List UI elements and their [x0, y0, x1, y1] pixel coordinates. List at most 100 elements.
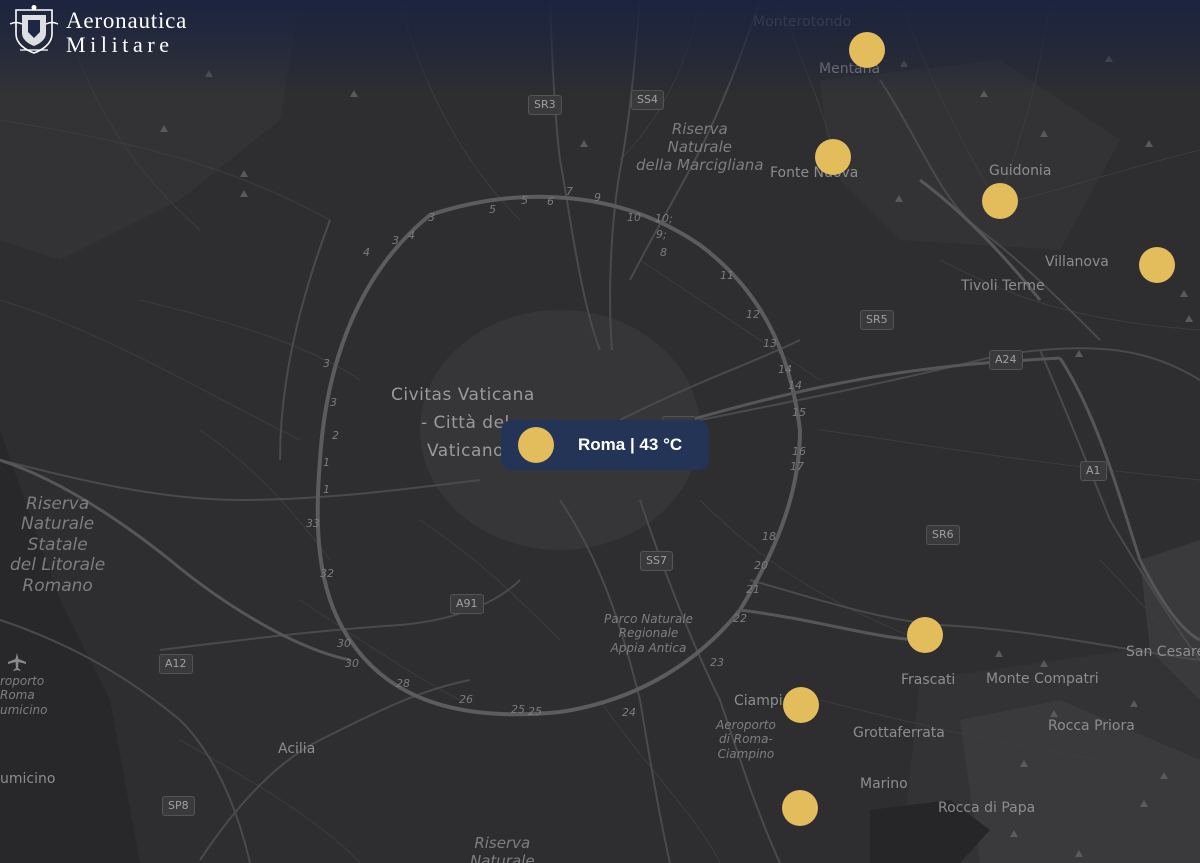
emblem-icon [9, 5, 59, 54]
exit-number: 22 [733, 612, 747, 625]
exit-number: 11 [720, 269, 734, 282]
terrain-marker [1040, 130, 1048, 137]
place-label-monte-compatri: Monte Compatri [986, 671, 1099, 687]
park-label-marcigliana: Riserva Naturale della Marcigliana [636, 120, 764, 174]
terrain-marker [1075, 850, 1083, 857]
exit-number: 6 [547, 195, 554, 208]
terrain-marker [995, 650, 1003, 657]
terrain-marker [1020, 760, 1028, 767]
exit-number: 13 [763, 337, 777, 350]
terrain-marker [980, 90, 988, 97]
exit-number: 25 [511, 703, 525, 716]
terrain-marker [580, 140, 588, 147]
road-shield-a91: A91 [450, 594, 484, 614]
exit-number: 10; [655, 212, 673, 225]
terrain-marker [1180, 290, 1188, 297]
terrain-marker [1010, 830, 1018, 837]
terrain-marker [160, 125, 168, 132]
exit-number: 33 [306, 517, 320, 530]
road-shield-sr6: SR6 [926, 525, 960, 545]
exit-number: 3 [428, 211, 435, 224]
exit-number: 14 [788, 379, 802, 392]
weather-map[interactable]: SR3 SS4 SR5 A24 A24 A1 SR6 SS7 A91 A12 S… [0, 0, 1200, 863]
exit-number: 21 [746, 583, 760, 596]
terrain-marker [895, 195, 903, 202]
place-label-rocca-di-papa: Rocca di Papa [938, 800, 1036, 816]
terrain-marker [350, 90, 358, 97]
place-label-vatican-city-2: - Città del [421, 413, 510, 433]
place-label-vatican-city: Civitas Vaticana [391, 385, 535, 405]
exit-number: 16 [792, 445, 806, 458]
place-label-rocca-priora: Rocca Priora [1048, 718, 1135, 734]
weather-marker-ciampino[interactable] [783, 687, 819, 723]
weather-marker-tivoli[interactable] [1139, 247, 1175, 283]
exit-number: 15 [792, 406, 806, 419]
road-shield-sr5: SR5 [860, 310, 894, 330]
exit-number: 8 [660, 246, 667, 259]
exit-number: 30 [345, 657, 359, 670]
exit-number: 5 [521, 194, 528, 207]
terrain-marker [1130, 700, 1138, 707]
terrain-marker [240, 190, 248, 197]
exit-number: 7 [566, 185, 573, 198]
exit-number: 26 [459, 693, 473, 706]
exit-number: 18 [762, 530, 776, 543]
exit-number: 23 [710, 656, 724, 669]
popup-city-temperature: Roma | 43 °C [578, 435, 683, 454]
park-label-appia-antica: Parco Naturale Regionale Appia Antica [604, 612, 693, 655]
exit-number: 32 [320, 567, 334, 580]
terrain-marker [205, 70, 213, 77]
exit-number: 30 [337, 637, 351, 650]
place-label-monterotondo: Monterotondo [753, 14, 852, 30]
place-label-villanova: Villanova [1045, 254, 1109, 270]
weather-marker-frascati[interactable] [907, 617, 943, 653]
exit-number: 17 [790, 460, 804, 473]
exit-number: 24 [622, 706, 636, 719]
terrain-marker [1075, 350, 1083, 357]
place-label-frascati: Frascati [901, 672, 956, 688]
exit-number: 9 [594, 191, 601, 204]
exit-number: 1 [323, 483, 330, 496]
road-shield-a1: A1 [1080, 461, 1107, 481]
place-label-guidonia: Guidonia [989, 163, 1052, 179]
exit-number: 12 [746, 308, 760, 321]
park-label-riserva-south: Riserva Naturale [470, 834, 535, 863]
terrain-marker [1145, 140, 1153, 147]
place-label-tivoli-terme: Tivoli Terme [961, 278, 1045, 294]
airport-label-ciampino: Aeroporto di Roma- Ciampino [716, 718, 776, 761]
terrain-marker [1050, 710, 1058, 717]
terrain-marker [1105, 55, 1113, 62]
terrain-marker [240, 170, 248, 177]
place-label-acilia: Acilia [278, 741, 316, 757]
weather-marker-guidonia[interactable] [982, 183, 1018, 219]
exit-number: 1 [323, 456, 330, 469]
place-label-vatican-city-3: Vaticano [427, 441, 505, 461]
exit-number: 3 [392, 234, 399, 247]
exit-number: 20 [754, 559, 768, 572]
airport-label-fiumicino: roporto Roma umicino [0, 674, 48, 717]
exit-number: 14 [778, 363, 792, 376]
road-shield-sp8: SP8 [162, 796, 195, 816]
exit-number: 25 [528, 705, 542, 718]
exit-number: 5 [489, 203, 496, 216]
logo-text-line1: Aeronautica [66, 8, 188, 33]
weather-marker-roma[interactable] [518, 427, 554, 463]
place-label-marino: Marino [860, 776, 908, 792]
road-shield-a24-east: A24 [989, 350, 1023, 370]
exit-number: 3 [330, 396, 337, 409]
place-label-san-cesareo: San Cesare [1126, 644, 1200, 660]
exit-number: 9; [656, 228, 667, 241]
park-label-litorale-romano: Riserva Naturale Statale del Litorale Ro… [10, 494, 106, 596]
terrain-marker [1140, 800, 1148, 807]
exit-number: 10 [627, 211, 641, 224]
place-label-fiumicino: umicino [0, 771, 56, 787]
city-temperature-popup[interactable]: Roma | 43 °C [501, 420, 709, 470]
weather-marker-mentana[interactable] [849, 32, 885, 68]
airport-icon [8, 653, 26, 671]
weather-marker-marino[interactable] [782, 790, 818, 826]
aeronautica-militare-logo[interactable]: Aeronautica Militare [8, 4, 238, 57]
terrain-marker [900, 60, 908, 67]
exit-number: 2 [332, 429, 339, 442]
weather-marker-fonte-nuova[interactable] [815, 139, 851, 175]
road-shield-ss7: SS7 [640, 551, 673, 571]
